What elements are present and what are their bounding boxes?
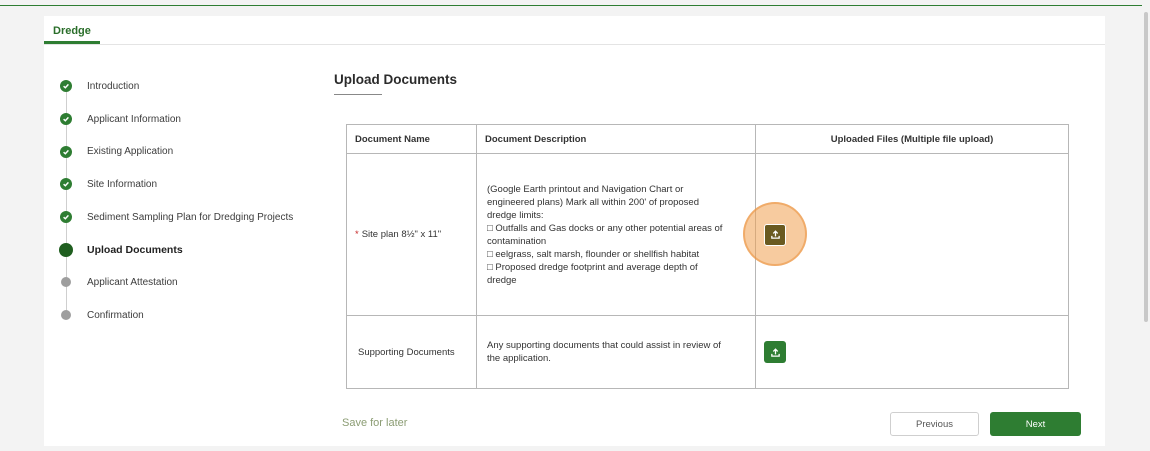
- step-label: Applicant Information: [87, 113, 181, 125]
- step-applicant-attestation[interactable]: Applicant Attestation: [60, 266, 340, 316]
- table-row: Supporting Documents Any supporting docu…: [346, 315, 1069, 389]
- check-icon: [60, 211, 72, 224]
- check-icon: [60, 178, 72, 191]
- description-line: □ Outfalls and Gas docks or any other po…: [487, 222, 723, 234]
- description-line: dredge limits:: [487, 209, 544, 221]
- tab-dredge[interactable]: Dredge: [44, 16, 100, 44]
- uploaded-files-cell: [755, 315, 1069, 389]
- required-asterisk: *: [355, 229, 359, 240]
- description-line: (Google Earth printout and Navigation Ch…: [487, 183, 684, 195]
- step-applicant-information[interactable]: Applicant Information: [60, 103, 340, 152]
- column-header-uploaded-files: Uploaded Files (Multiple file upload): [755, 124, 1069, 154]
- page-scrollbar[interactable]: [1142, 0, 1150, 451]
- step-label: Upload Documents: [87, 243, 183, 256]
- check-icon: [60, 145, 72, 158]
- document-name-cell: Supporting Documents: [346, 315, 477, 389]
- document-name-cell: * Site plan 8½" x 11": [346, 153, 477, 316]
- description-line: Any supporting documents that could assi…: [487, 340, 721, 351]
- step-label: Confirmation: [87, 309, 144, 321]
- upload-button-supporting-documents[interactable]: [764, 341, 786, 363]
- step-introduction[interactable]: Introduction: [60, 70, 340, 119]
- document-name: Supporting Documents: [358, 346, 455, 358]
- check-icon: [60, 80, 72, 93]
- document-description-cell: (Google Earth printout and Navigation Ch…: [476, 153, 756, 316]
- step-upload-documents[interactable]: Upload Documents: [59, 233, 340, 283]
- table-row: * Site plan 8½" x 11" (Google Earth print…: [346, 153, 1069, 316]
- step-label: Applicant Attestation: [87, 276, 178, 288]
- step-label: Sediment Sampling Plan for Dredging Proj…: [87, 211, 294, 223]
- step-existing-application[interactable]: Existing Application: [60, 135, 340, 185]
- previous-button[interactable]: Previous: [890, 412, 979, 436]
- step-sediment-sampling-plan[interactable]: Sediment Sampling Plan for Dredging Proj…: [60, 201, 340, 250]
- incomplete-step-dot-icon: [61, 277, 71, 288]
- description-line: □ Proposed dredge footprint and average …: [487, 261, 698, 273]
- current-step-dot-icon: [59, 242, 73, 257]
- step-label: Introduction: [87, 80, 140, 92]
- document-description-cell: Any supporting documents that could assi…: [476, 315, 756, 389]
- step-confirmation[interactable]: Confirmation: [60, 299, 340, 332]
- incomplete-step-dot-icon: [61, 310, 71, 321]
- tab-bar: Dredge: [44, 16, 1105, 45]
- top-accent-line: [0, 5, 1150, 6]
- step-label: Site Information: [87, 178, 158, 190]
- upload-icon: [770, 230, 780, 239]
- upload-button-site-plan[interactable]: [764, 223, 786, 246]
- description-line: the application.: [487, 353, 551, 364]
- progress-steps: Introduction Applicant Information Exist…: [59, 70, 340, 332]
- description-line: dredge: [487, 274, 517, 286]
- description-line: contamination: [487, 235, 547, 247]
- uploaded-files-cell: [743, 153, 1069, 316]
- document-name: Site plan 8½" x 11": [361, 229, 442, 240]
- scrollbar-thumb[interactable]: [1144, 12, 1148, 322]
- column-header-document-description: Document Description: [476, 124, 756, 154]
- save-for-later-link[interactable]: Save for later: [342, 417, 407, 429]
- form-card: Dredge Introduction Applicant Informatio…: [44, 16, 1105, 446]
- upload-highlight: [743, 201, 807, 266]
- table-header-row: Document Name Document Description Uploa…: [346, 124, 1069, 154]
- page-title: Upload Documents: [334, 72, 458, 87]
- step-site-information[interactable]: Site Information: [60, 168, 340, 218]
- upload-icon: [770, 347, 780, 357]
- step-label: Existing Application: [87, 146, 174, 158]
- description-line: engineered plans) Mark all within 200' o…: [487, 196, 699, 208]
- title-underline: [334, 94, 382, 95]
- description-line: □ eelgrass, salt marsh, flounder or shel…: [487, 248, 700, 260]
- column-header-document-name: Document Name: [346, 124, 477, 154]
- check-icon: [60, 113, 72, 126]
- documents-table: Document Name Document Description Uploa…: [346, 124, 1069, 389]
- next-button[interactable]: Next: [990, 412, 1081, 436]
